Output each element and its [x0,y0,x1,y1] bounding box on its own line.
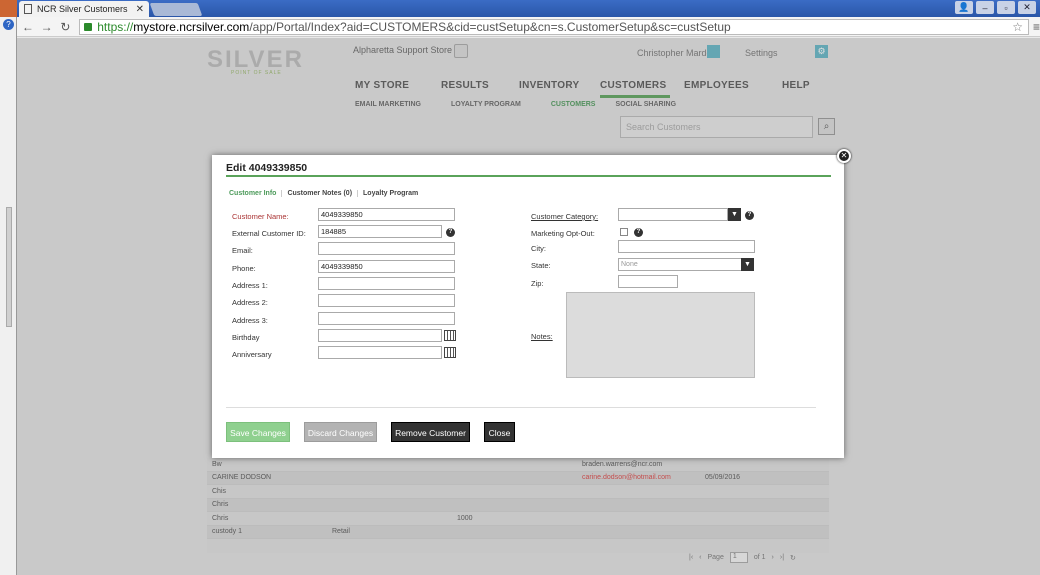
address3-label: Address 3: [232,316,268,325]
document-icon [24,4,32,14]
state-label: State: [531,261,551,270]
help-icon[interactable]: ? [745,211,754,220]
minimize-icon[interactable]: – [976,1,994,14]
city-label: City: [531,244,546,253]
new-tab-button[interactable] [149,3,203,16]
calendar-icon[interactable] [444,347,456,358]
lock-icon [84,22,93,31]
birthday-input[interactable] [318,329,442,342]
close-window-icon[interactable]: ✕ [1018,1,1036,14]
zip-label: Zip: [531,279,544,288]
address2-input[interactable] [318,294,455,307]
anniversary-label: Anniversary [232,350,272,359]
email-label: Email: [232,246,253,255]
forward-icon[interactable]: → [39,20,55,34]
zip-input[interactable] [618,275,678,288]
calendar-icon[interactable] [444,330,456,341]
save-changes-button[interactable]: Save Changes [226,422,290,442]
side-panel: ? [0,17,17,575]
phone-input[interactable]: 4049339850 [318,260,455,273]
state-select[interactable]: None [618,258,742,271]
phone-label: Phone: [232,264,256,273]
tab-customer-info[interactable]: Customer Info [229,190,283,197]
chevron-down-icon[interactable]: ▼ [741,258,754,271]
maximize-icon[interactable]: ▫ [997,1,1015,14]
chevron-down-icon[interactable]: ▼ [728,208,741,221]
notes-textarea[interactable] [566,292,755,378]
help-icon[interactable]: ? [634,228,643,237]
address1-label: Address 1: [232,281,268,290]
tab-customer-notes[interactable]: Customer Notes (0) [282,190,359,197]
category-label: Customer Category: [531,212,599,221]
tab-title: NCR Silver Customers [37,4,128,14]
email-input[interactable] [318,242,455,255]
footer-divider [226,407,816,408]
address1-input[interactable] [318,277,455,290]
url-path: /app/Portal/Index?aid=CUSTOMERS&cid=cust… [249,19,731,34]
tab-loyalty-program[interactable]: Loyalty Program [358,190,423,197]
customer-name-label: Customer Name: [232,212,289,221]
customer-name-input[interactable]: 4049339850 [318,208,455,221]
close-button[interactable]: Close [484,422,515,442]
url-scheme: https:// [97,19,134,34]
reload-icon[interactable]: ↻ [58,20,74,34]
help-icon[interactable]: ? [3,19,14,30]
address3-input[interactable] [318,312,455,325]
menu-icon[interactable]: ≡ [1033,20,1040,34]
dialog-tabs: Customer Info Customer Notes (0) Loyalty… [229,190,423,197]
address2-label: Address 2: [232,298,268,307]
birthday-label: Birthday [232,333,260,342]
opt-out-checkbox[interactable] [620,228,628,236]
browser-toolbar: ← → ↻ https:// mystore.ncrsilver.com /ap… [17,17,1040,37]
title-divider [226,175,831,177]
close-icon[interactable]: ✕ [837,149,851,163]
external-id-label: External Customer ID: [232,229,306,238]
url-host: mystore.ncrsilver.com [133,19,250,34]
back-icon[interactable]: ← [20,20,36,34]
opt-out-label: Marketing Opt-Out: [531,229,595,238]
browser-tab[interactable]: NCR Silver Customers ✕ [19,1,149,17]
help-icon[interactable]: ? [446,228,455,237]
dialog-title: Edit 4049339850 [226,162,308,174]
city-input[interactable] [618,240,755,253]
tab-close-icon[interactable]: ✕ [136,4,144,15]
category-select[interactable] [618,208,728,221]
window-titlebar: NCR Silver Customers ✕ 👤 – ▫ ✕ [0,0,1040,17]
user-icon[interactable]: 👤 [955,1,973,14]
address-bar[interactable]: https:// mystore.ncrsilver.com /app/Port… [79,18,1029,35]
external-id-input[interactable]: 184885 [318,225,442,238]
notes-label: Notes: [531,332,553,341]
side-scrollbar[interactable] [6,207,12,327]
edit-customer-dialog: Edit 4049339850 ✕ Customer Info Customer… [212,149,851,458]
anniversary-input[interactable] [318,346,442,359]
bookmark-star-icon[interactable]: ☆ [1012,20,1023,34]
discard-changes-button[interactable]: Discard Changes [304,422,377,442]
window-controls: 👤 – ▫ ✕ [955,1,1036,14]
app-icon [0,0,17,17]
remove-customer-button[interactable]: Remove Customer [391,422,470,442]
